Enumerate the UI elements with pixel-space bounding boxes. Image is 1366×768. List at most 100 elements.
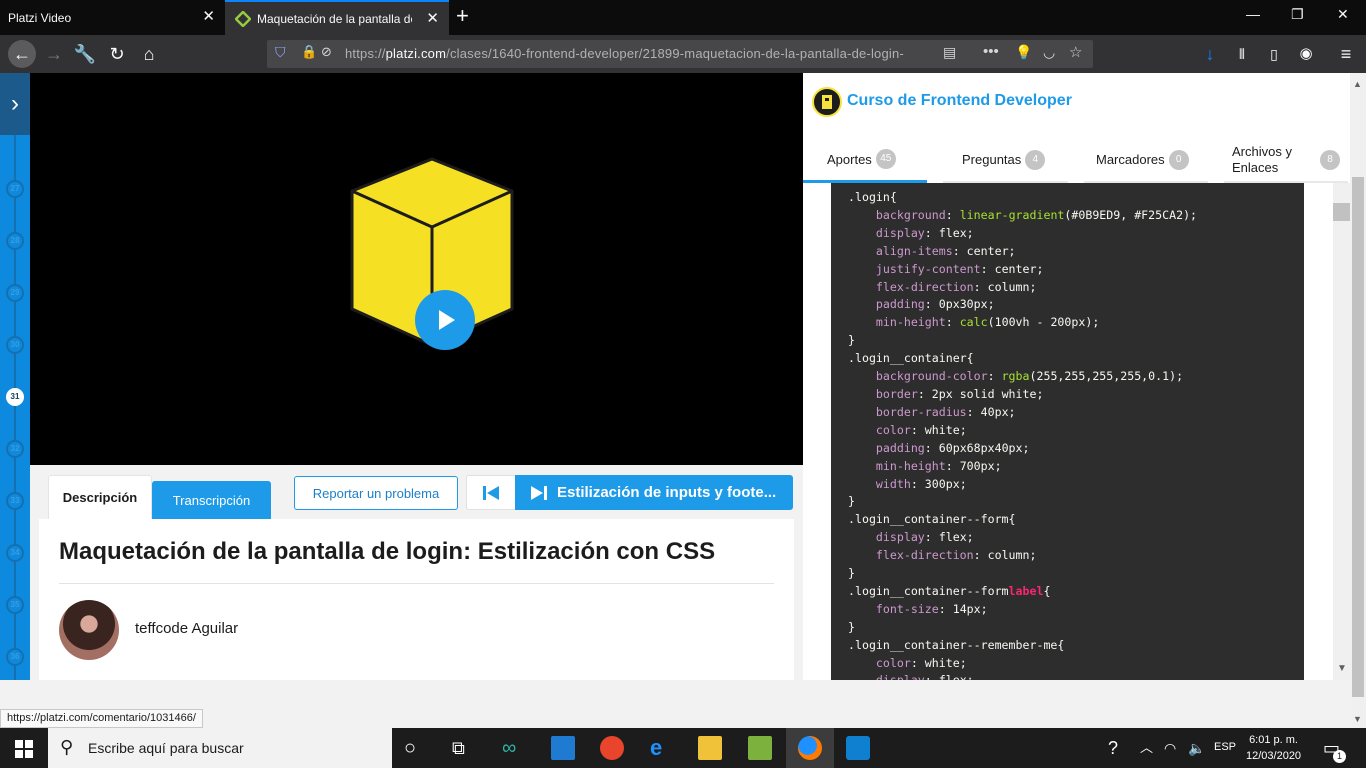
- count-badge: 4: [1025, 149, 1046, 170]
- tab-label: Preguntas: [962, 152, 1022, 167]
- search-icon: ⚲: [60, 737, 74, 757]
- next-lesson-button[interactable]: Estilización de inputs y foote...: [515, 475, 793, 510]
- clock-time: 6:01 p. m.: [1249, 734, 1298, 746]
- browser-tab-platzi-video[interactable]: Platzi Video ✕: [0, 0, 225, 35]
- lock-icon[interactable]: 🔒: [301, 44, 317, 60]
- browser-tab-active[interactable]: Maquetación de la pantalla de l ✕: [225, 0, 449, 35]
- author-name[interactable]: teffcode Aguilar: [135, 620, 238, 637]
- reload-icon[interactable]: ↻: [105, 42, 129, 66]
- tab-title: Maquetación de la pantalla de l: [257, 11, 412, 26]
- tab-label: Archivos y Enlaces: [1232, 143, 1292, 175]
- code-block[interactable]: .login{ background: linear-gradient(#0B9…: [831, 183, 1304, 680]
- file-explorer-icon[interactable]: [698, 736, 722, 760]
- report-problem-button[interactable]: Reportar un problema: [294, 476, 458, 510]
- divider: [59, 583, 774, 584]
- browser-tab-bar: Platzi Video ✕ Maquetación de la pantall…: [0, 0, 1366, 35]
- play-button[interactable]: [415, 290, 475, 350]
- chevron-up-icon[interactable]: ︿: [1140, 736, 1164, 760]
- forward-icon[interactable]: →: [42, 42, 66, 66]
- cortana-icon[interactable]: ○: [404, 736, 428, 760]
- lesson-marker[interactable]: 36: [6, 648, 24, 666]
- tab-aportes[interactable]: Aportes 45: [803, 138, 927, 183]
- notification-count-badge: 1: [1333, 750, 1346, 763]
- video-player[interactable]: [30, 73, 803, 465]
- code-snippet-container: .login{ background: linear-gradient(#0B9…: [819, 183, 1304, 680]
- tab-preguntas[interactable]: Preguntas 4: [943, 138, 1068, 183]
- edge-icon[interactable]: e: [650, 736, 674, 760]
- download-icon[interactable]: ↓: [1198, 42, 1222, 66]
- url-path: /clases/1640-frontend-developer/21899-ma…: [446, 46, 904, 61]
- lesson-marker[interactable]: 28: [6, 232, 24, 250]
- status-bar-url: https://platzi.com/comentario/1031466/: [0, 709, 203, 728]
- new-tab-icon[interactable]: +: [456, 5, 469, 27]
- windows-start-icon[interactable]: [15, 740, 33, 758]
- lesson-marker-active[interactable]: 31: [6, 388, 24, 406]
- play-icon: [439, 310, 455, 330]
- panel-scrollbar[interactable]: ▼: [1333, 183, 1350, 680]
- account-icon[interactable]: ◉: [1294, 42, 1318, 66]
- library-icon[interactable]: ⫴: [1230, 42, 1254, 66]
- course-title[interactable]: Curso de Frontend Developer: [847, 92, 1072, 110]
- url-bar[interactable]: ⛉ 🔒 ⊘ https://platzi.com/clases/1640-fro…: [267, 40, 1093, 68]
- scroll-down-icon[interactable]: ▼: [1353, 714, 1362, 724]
- chevron-right-icon[interactable]: ›: [0, 73, 30, 135]
- wifi-icon[interactable]: ◠: [1164, 736, 1188, 760]
- back-icon[interactable]: ←: [8, 40, 36, 68]
- lesson-marker[interactable]: 29: [6, 284, 24, 302]
- close-tab-icon[interactable]: ✕: [202, 9, 215, 24]
- tab-label: Aportes: [827, 151, 872, 167]
- chrome-icon[interactable]: [600, 736, 624, 760]
- restore-icon[interactable]: ❐: [1291, 6, 1304, 23]
- scrollbar-thumb[interactable]: [1333, 203, 1350, 221]
- code-text: .login{ background: linear-gradient(#0B9…: [848, 190, 1198, 680]
- page-actions-icon[interactable]: •••: [983, 43, 999, 60]
- tab-archivos[interactable]: Archivos y Enlaces 8: [1224, 138, 1348, 183]
- scroll-up-icon[interactable]: ▲: [1353, 79, 1362, 89]
- infinity-app-icon[interactable]: ∞: [502, 736, 526, 760]
- permissions-icon[interactable]: ⊘: [321, 44, 332, 60]
- firefox-icon[interactable]: [798, 736, 822, 760]
- course-badge-glyph: [822, 95, 832, 109]
- lessons-sidebar: › 27 28 29 30 31 32 33 34 35 36: [0, 73, 30, 680]
- minimize-icon[interactable]: —: [1246, 6, 1260, 22]
- url-host: platzi.com: [385, 46, 447, 61]
- tab-descripcion[interactable]: Descripción: [48, 475, 152, 519]
- snipping-app-icon[interactable]: [748, 736, 772, 760]
- shield-icon[interactable]: ⛉: [275, 44, 286, 61]
- pocket-icon[interactable]: ◡: [1043, 44, 1055, 61]
- close-window-icon[interactable]: ✕: [1337, 6, 1349, 23]
- home-icon[interactable]: ⌂: [137, 42, 161, 66]
- menu-icon[interactable]: ≡: [1334, 42, 1358, 66]
- page-title: Maquetación de la pantalla de login: Est…: [59, 538, 716, 565]
- close-tab-icon[interactable]: ✕: [426, 11, 439, 26]
- scroll-down-icon[interactable]: ▼: [1337, 663, 1347, 674]
- volume-icon[interactable]: 🔈: [1188, 736, 1212, 760]
- page-scrollbar[interactable]: ▲ ▼: [1350, 73, 1366, 728]
- previous-lesson-button[interactable]: [466, 475, 516, 510]
- lesson-marker[interactable]: 30: [6, 336, 24, 354]
- clock[interactable]: 6:01 p. m. 12/03/2020: [1246, 732, 1301, 764]
- help-icon[interactable]: ?: [1108, 736, 1132, 760]
- lesson-marker[interactable]: 35: [6, 596, 24, 614]
- tab-transcripcion[interactable]: Transcripción: [152, 481, 271, 519]
- count-badge: 8: [1320, 149, 1340, 170]
- lesson-marker[interactable]: 34: [6, 544, 24, 562]
- task-view-icon[interactable]: ⧉: [452, 736, 476, 760]
- mail-icon[interactable]: [551, 736, 575, 760]
- lightbulb-icon[interactable]: 💡: [1015, 44, 1032, 61]
- search-placeholder: Escribe aquí para buscar: [88, 740, 244, 756]
- lesson-marker[interactable]: 27: [6, 180, 24, 198]
- next-lesson-label: Estilización de inputs y foote...: [557, 484, 777, 501]
- language-indicator[interactable]: ESP: [1214, 741, 1236, 753]
- reader-view-icon[interactable]: ▤: [943, 44, 956, 61]
- lesson-marker[interactable]: 33: [6, 492, 24, 510]
- url-text: https://platzi.com/clases/1640-frontend-…: [345, 46, 904, 61]
- tab-marcadores[interactable]: Marcadores 0: [1084, 138, 1208, 183]
- vscode-icon[interactable]: [846, 736, 870, 760]
- wrench-icon[interactable]: 🔧: [73, 42, 97, 66]
- sidebar-icon[interactable]: ▯: [1262, 42, 1286, 66]
- scrollbar-thumb[interactable]: [1352, 177, 1364, 697]
- avatar[interactable]: [59, 600, 119, 660]
- lesson-marker[interactable]: 32: [6, 440, 24, 458]
- bookmark-star-icon[interactable]: ☆: [1069, 43, 1082, 61]
